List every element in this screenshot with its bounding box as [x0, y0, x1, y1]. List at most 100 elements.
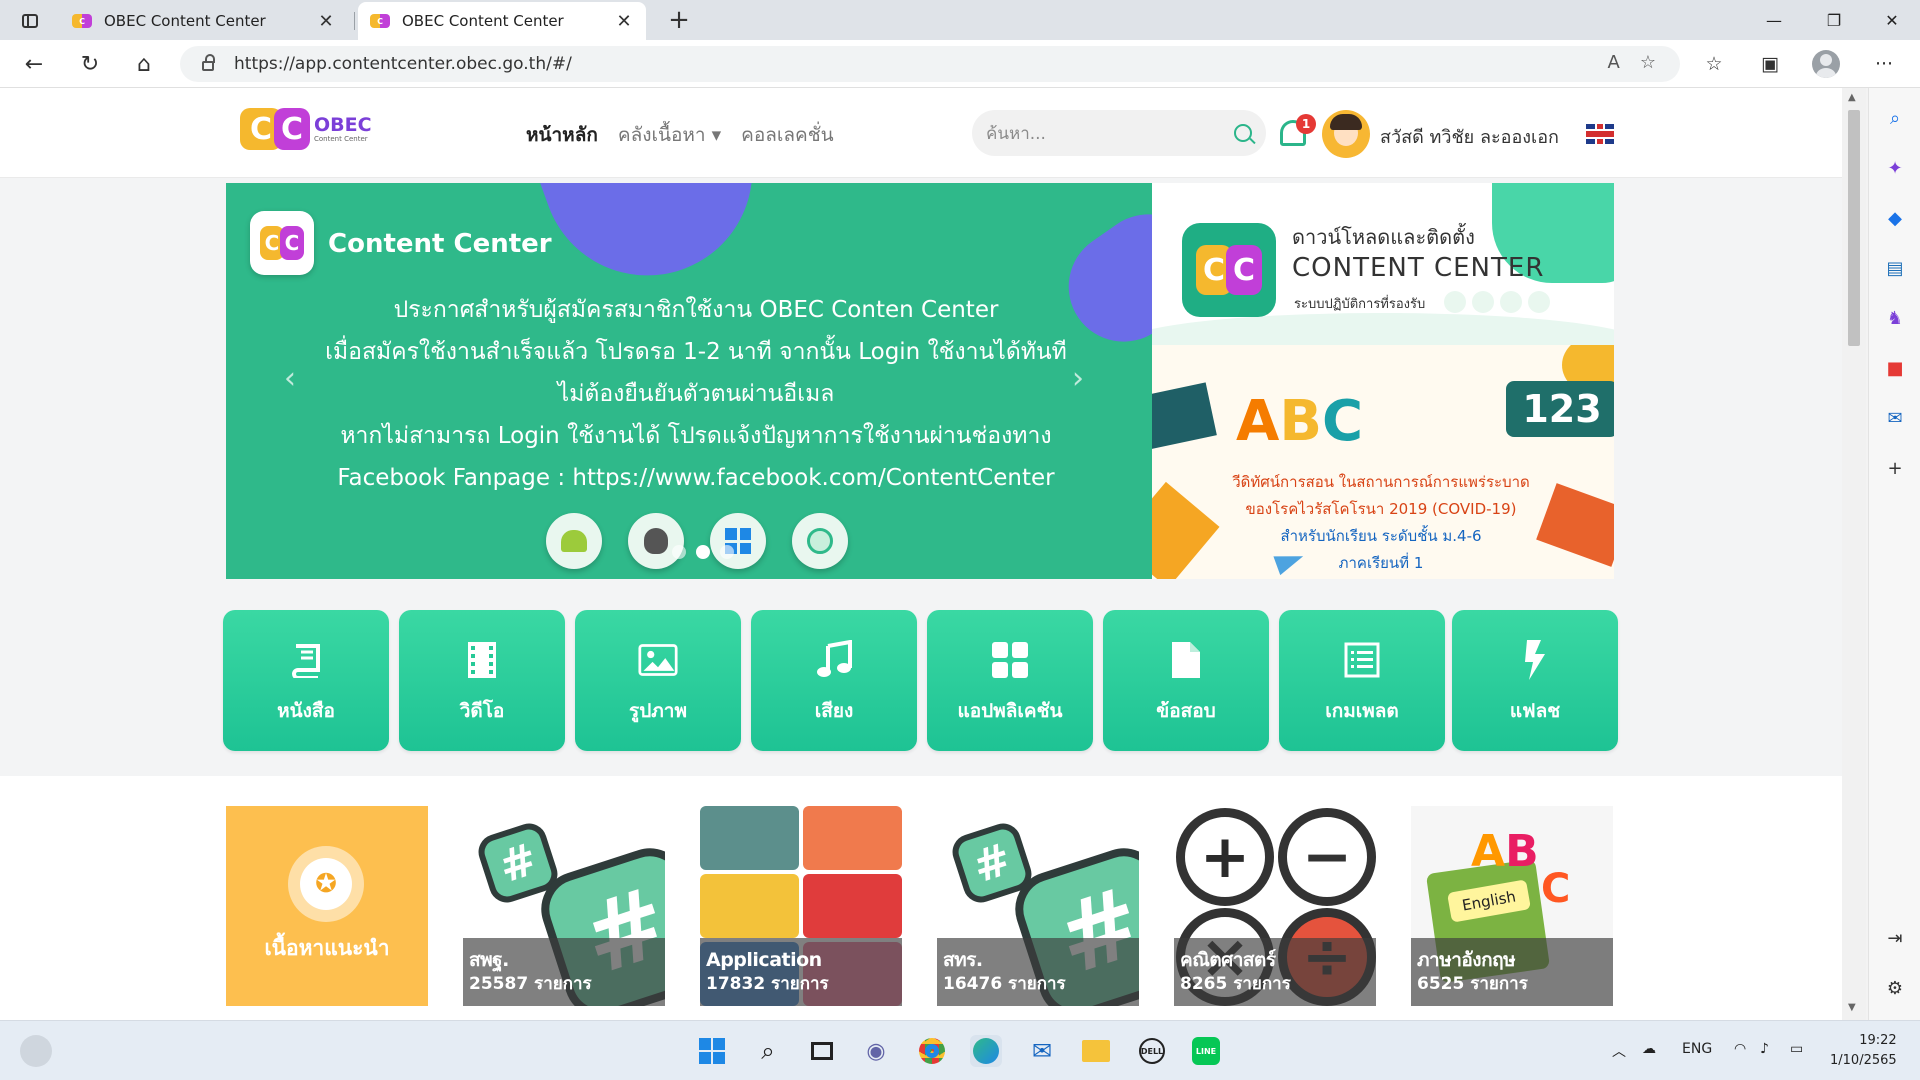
covid-lesson-promo[interactable]: ABC 123 วีดิทัศน์การสอน ในสถานการณ์การแพ…	[1152, 345, 1614, 579]
collection-tile-application[interactable]: Application 17832 รายการ	[700, 806, 902, 1006]
android-button[interactable]	[546, 513, 602, 569]
android-icon	[561, 530, 587, 552]
search-icon[interactable]: ⌕	[752, 1035, 784, 1067]
restore-button[interactable]: ❐	[1806, 0, 1862, 40]
tile-name: Application	[706, 949, 822, 971]
collection-tile-math[interactable]: + − × ÷ คณิตศาสตร์ 8265 รายการ	[1174, 806, 1376, 1006]
carousel-dot[interactable]	[672, 545, 686, 559]
search-icon[interactable]	[1234, 124, 1252, 142]
favorites-icon[interactable]: ☆	[1698, 48, 1730, 80]
category-applications[interactable]: แอปพลิเคชัน	[927, 610, 1093, 751]
games-icon[interactable]: ♞	[1881, 304, 1909, 332]
new-tab-button[interactable]: +	[664, 6, 694, 36]
refresh-button[interactable]: ↻	[72, 48, 108, 80]
file-explorer-icon[interactable]	[1080, 1035, 1112, 1067]
volume-icon[interactable]: ♪	[1760, 1041, 1769, 1057]
shopping-tag-icon[interactable]: ◆	[1881, 204, 1909, 232]
teams-chat-icon[interactable]: ◉	[860, 1035, 892, 1067]
tile-overlay: สพฐ. 25587 รายการ	[463, 938, 665, 1006]
back-button[interactable]: ←	[16, 48, 52, 80]
tile-overlay: คณิตศาสตร์ 8265 รายการ	[1174, 938, 1376, 1006]
browser-tab-2[interactable]: C OBEC Content Center ✕	[358, 2, 646, 40]
chrome-icon[interactable]	[916, 1035, 948, 1067]
line-app-icon[interactable]: LINE	[1190, 1035, 1222, 1067]
browser-tab-1[interactable]: C OBEC Content Center ✕	[60, 2, 348, 40]
scroll-up-icon[interactable]: ▲	[1848, 92, 1856, 103]
carousel-dot[interactable]	[720, 545, 734, 559]
scrollbar-thumb[interactable]	[1848, 110, 1860, 346]
mail-icon[interactable]: ✉	[1026, 1035, 1058, 1067]
wifi-icon[interactable]: ◠	[1734, 1041, 1746, 1057]
weather-icon[interactable]	[20, 1035, 52, 1067]
task-view-icon[interactable]	[806, 1035, 838, 1067]
outlook-icon[interactable]: ✉	[1881, 404, 1909, 432]
web-button[interactable]	[792, 513, 848, 569]
add-favorite-icon[interactable]: ☆	[1640, 52, 1656, 73]
category-label: ข้อสอบ	[1156, 699, 1216, 722]
page-scrollbar[interactable]: ▲ ▼	[1842, 88, 1866, 1020]
onedrive-icon[interactable]: ☁	[1642, 1041, 1656, 1057]
close-tab-icon[interactable]: ✕	[614, 11, 634, 32]
category-videos[interactable]: วิดีโอ	[399, 610, 565, 751]
user-greeting[interactable]: สวัสดี ทวิชัย ละอองเอก	[1380, 122, 1559, 151]
category-audio[interactable]: เสียง	[751, 610, 917, 751]
system-clock[interactable]: 19:22 1/10/2565	[1830, 1031, 1897, 1071]
site-logo[interactable]: C C OBEC Content Center	[240, 108, 372, 150]
close-window-button[interactable]: ✕	[1864, 0, 1920, 40]
nav-collections[interactable]: คอลเลคชั่น	[741, 120, 834, 150]
tray-chevron-icon[interactable]: ︿	[1612, 1041, 1626, 1061]
windows-button[interactable]	[710, 513, 766, 569]
address-bar[interactable]: https://app.contentcenter.obec.go.th/#/ …	[180, 46, 1680, 82]
carousel-prev-icon[interactable]: ‹	[284, 361, 296, 396]
category-flash[interactable]: แฟลช	[1452, 610, 1618, 751]
uk-flag-icon[interactable]	[1586, 124, 1614, 144]
read-aloud-icon[interactable]: A	[1608, 52, 1620, 73]
scroll-down-icon[interactable]: ▼	[1848, 1002, 1856, 1013]
edge-icon[interactable]	[970, 1035, 1002, 1067]
tab-actions-button[interactable]	[14, 8, 46, 34]
apple-icon	[644, 528, 668, 554]
category-exams[interactable]: ข้อสอบ	[1103, 610, 1269, 751]
number-block: 123	[1506, 381, 1614, 437]
collection-tile-english[interactable]: English AB C ภาษาอังกฤษ 6525 รายการ	[1411, 806, 1613, 1006]
category-books[interactable]: หนังสือ	[223, 610, 389, 751]
collection-tile-sthor[interactable]: สทร. 16476 รายการ	[937, 806, 1139, 1006]
tile-count: 17832 รายการ	[706, 974, 829, 994]
nav-library[interactable]: คลังเนื้อหา ▾	[618, 120, 721, 150]
category-templates[interactable]: เกมเพลต	[1279, 610, 1445, 751]
minimize-button[interactable]: —	[1746, 0, 1802, 40]
book-illustration	[1152, 382, 1217, 450]
close-tab-icon[interactable]: ✕	[316, 11, 336, 32]
nav-home[interactable]: หน้าหลัก	[526, 120, 598, 150]
nav-library-label: คลังเนื้อหา	[617, 124, 706, 146]
add-sidebar-icon[interactable]: +	[1881, 454, 1909, 482]
profile-avatar[interactable]	[1812, 50, 1840, 78]
featured-content-tile[interactable]: ✪ เนื้อหาแนะนำ	[226, 806, 428, 1006]
hide-sidebar-icon[interactable]: ⇥	[1881, 924, 1909, 952]
collection-tile-obec[interactable]: สพฐ. 25587 รายการ	[463, 806, 665, 1006]
battery-icon[interactable]: ▭	[1790, 1041, 1803, 1057]
user-avatar[interactable]	[1322, 110, 1370, 158]
category-label: หนังสือ	[277, 699, 335, 722]
ios-button[interactable]	[628, 513, 684, 569]
search-icon[interactable]: ⌕	[1881, 104, 1909, 132]
more-menu-icon[interactable]: ···	[1868, 48, 1900, 80]
tile-name: สทร.	[943, 949, 983, 971]
tools-icon[interactable]: ▤	[1881, 254, 1909, 282]
category-images[interactable]: รูปภาพ	[575, 610, 741, 751]
home-button[interactable]: ⌂	[126, 48, 162, 80]
carousel-next-icon[interactable]: ›	[1072, 361, 1084, 396]
settings-gear-icon[interactable]: ⚙	[1881, 974, 1909, 1002]
notification-button[interactable]: 1	[1276, 114, 1316, 154]
app-icon: CC	[1182, 223, 1276, 317]
windows-start-icon[interactable]	[696, 1035, 728, 1067]
download-promo[interactable]: CC ดาวน์โหลดและติดตั้ง CONTENT CENTER ระ…	[1152, 183, 1614, 345]
office-icon[interactable]: ■	[1881, 354, 1909, 382]
search-input[interactable]: ค้นหา...	[972, 110, 1266, 156]
tile-name: สพฐ.	[469, 949, 509, 971]
collections-icon[interactable]: ▣	[1754, 48, 1786, 80]
language-indicator[interactable]: ENG	[1682, 1041, 1712, 1057]
copilot-icon[interactable]: ✦	[1881, 154, 1909, 182]
dell-icon[interactable]: DELL	[1136, 1035, 1168, 1067]
carousel-dot-active[interactable]	[696, 545, 710, 559]
